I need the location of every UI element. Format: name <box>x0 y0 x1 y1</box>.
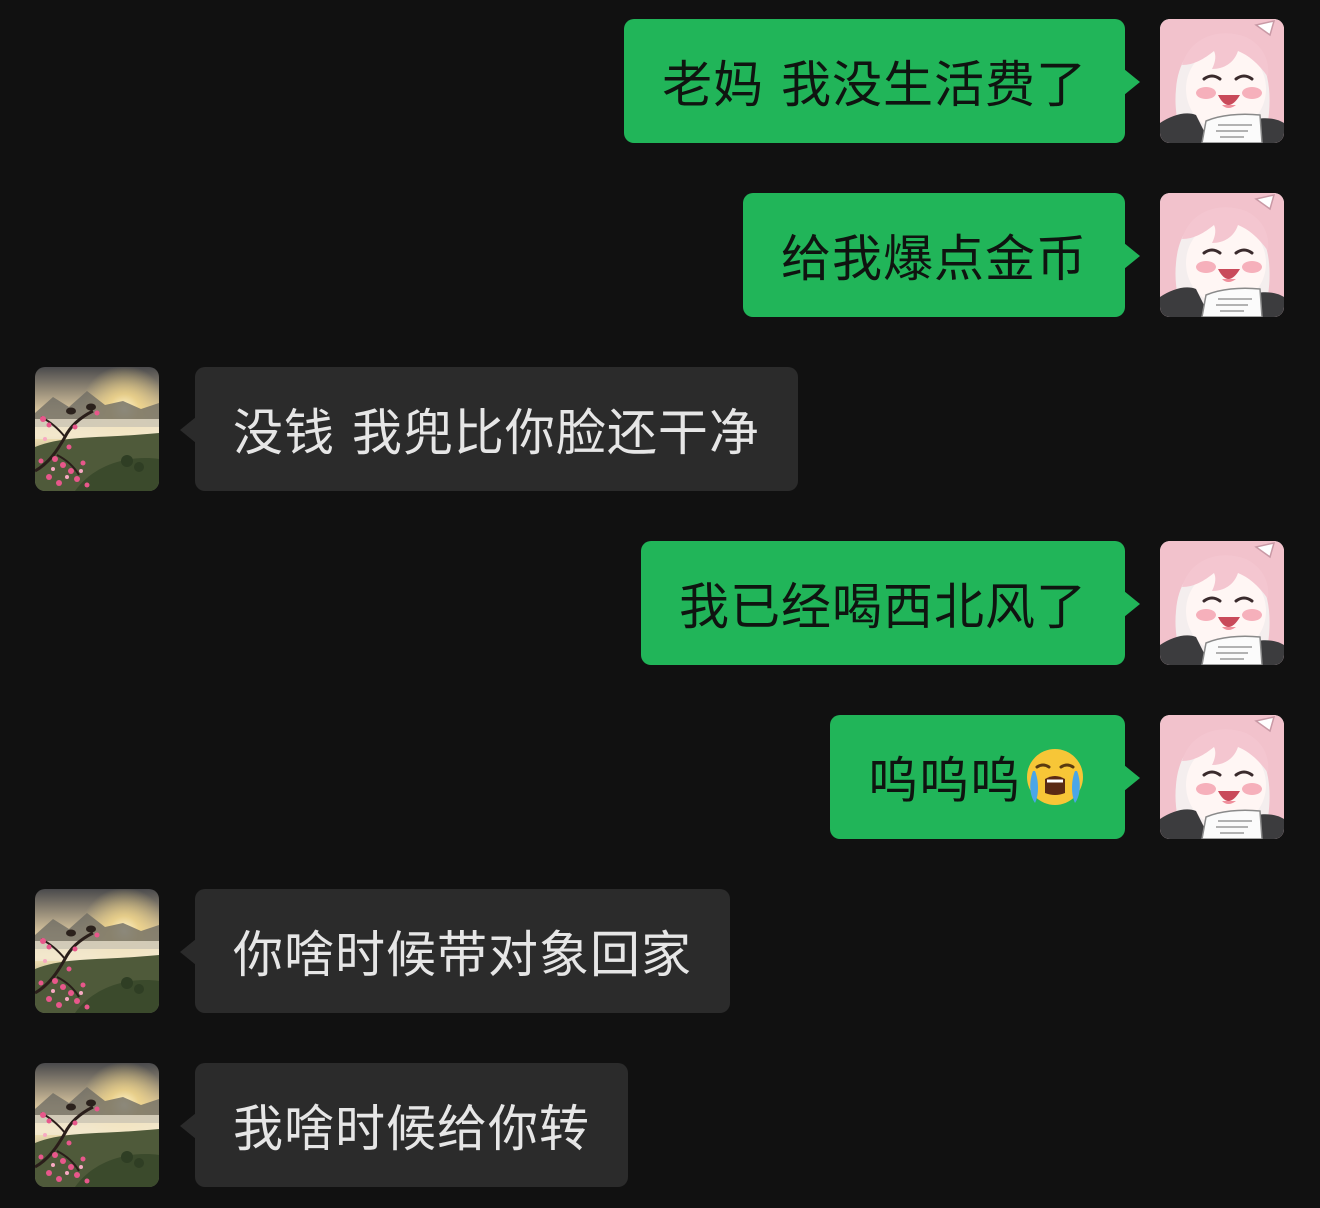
message-row: 我啥时候给你转 <box>0 1063 1320 1187</box>
message-text: 呜呜呜 <box>868 752 1021 810</box>
bubble-tail <box>180 1113 196 1139</box>
message-row: 我已经喝西北风了 <box>0 541 1320 665</box>
message-bubble-sent[interactable]: 我已经喝西北风了 <box>641 541 1140 665</box>
bubble-tail <box>1124 69 1140 95</box>
message-row: 给我爆点金币 <box>0 193 1320 317</box>
message-row: 你啥时候带对象回家 <box>0 889 1320 1013</box>
bubble-tail <box>180 939 196 965</box>
loudly-crying-face-icon <box>1023 745 1087 809</box>
bubble-tail <box>1124 243 1140 269</box>
self-avatar[interactable] <box>1160 19 1284 143</box>
message-bubble-received[interactable]: 你啥时候带对象回家 <box>180 889 730 1013</box>
self-avatar[interactable] <box>1160 541 1284 665</box>
message-text: 老妈 我没生活费了 <box>662 56 1087 114</box>
message-bubble-sent[interactable]: 给我爆点金币 <box>743 193 1140 317</box>
self-avatar[interactable] <box>1160 715 1284 839</box>
message-bubble-received[interactable]: 没钱 我兜比你脸还干净 <box>180 367 798 491</box>
message-text: 给我爆点金币 <box>781 230 1087 288</box>
bubble-tail <box>1124 591 1140 617</box>
message-row: 呜呜呜 <box>0 715 1320 839</box>
contact-avatar[interactable] <box>35 889 159 1013</box>
contact-avatar[interactable] <box>35 1063 159 1187</box>
message-bubble-sent[interactable]: 老妈 我没生活费了 <box>624 19 1140 143</box>
bubble-tail <box>1124 765 1140 791</box>
contact-avatar[interactable] <box>35 367 159 491</box>
message-bubble-received[interactable]: 我啥时候给你转 <box>180 1063 628 1187</box>
message-bubble-sent[interactable]: 呜呜呜 <box>830 715 1140 839</box>
message-text: 没钱 我兜比你脸还干净 <box>233 404 760 462</box>
message-text: 我啥时候给你转 <box>233 1100 590 1158</box>
bubble-tail <box>180 417 196 443</box>
message-text: 我已经喝西北风了 <box>679 578 1087 636</box>
message-text: 你啥时候带对象回家 <box>233 926 692 984</box>
message-row: 没钱 我兜比你脸还干净 <box>0 367 1320 491</box>
self-avatar[interactable] <box>1160 193 1284 317</box>
message-row: 老妈 我没生活费了 <box>0 19 1320 143</box>
